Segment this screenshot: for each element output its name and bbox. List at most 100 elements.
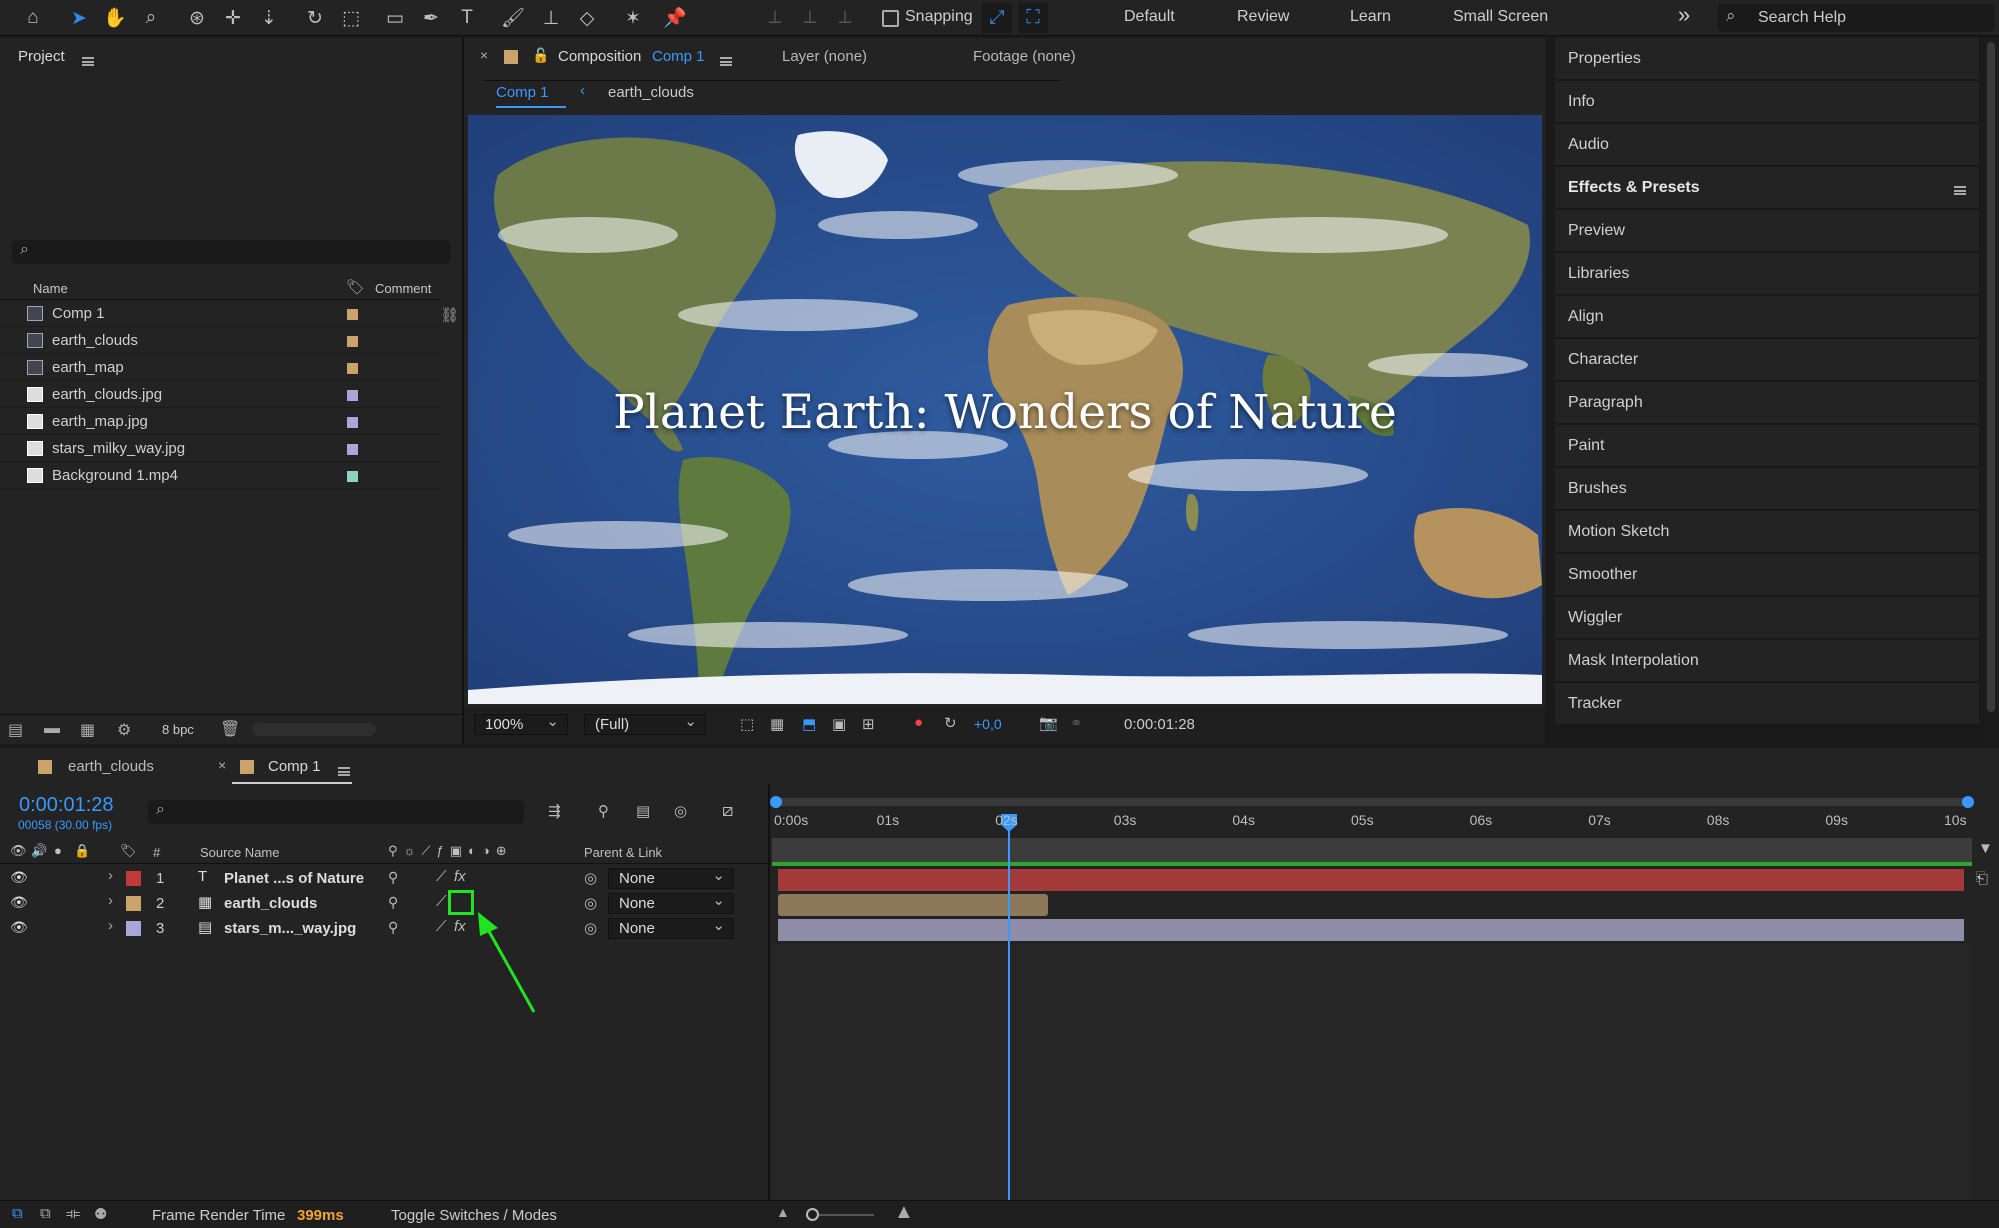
show-snapshot-icon[interactable]: ⚭ [1070,714,1083,732]
selection-tool-icon[interactable]: ➤ [64,3,94,33]
flowchart-icon[interactable]: ⛓ [440,306,459,324]
panel-preview[interactable]: Preview [1555,210,1979,252]
graph-editor-icon[interactable]: ⧄ [722,800,733,821]
project-item[interactable]: earth_clouds [0,327,440,354]
pan-behind-icon[interactable]: ⬚ [336,3,366,33]
work-area-bar[interactable] [772,798,1972,806]
composition-menu-icon[interactable] [720,57,732,66]
snapshot-icon[interactable]: 📷 [1039,714,1058,732]
parent-dropdown[interactable]: None [608,866,734,889]
frame-blending-icon[interactable]: ▤ [636,802,650,820]
pick-whip-icon[interactable]: ◎ [584,894,597,912]
workspace-small-screen[interactable]: Small Screen [1453,8,1548,26]
render-time-icon[interactable]: ⚉ [94,1205,107,1223]
brush-tool-icon[interactable]: 🖌 [498,3,528,33]
in-out-stretch-icon[interactable]: ⟚ [66,1205,80,1222]
axis-view-icon[interactable]: ⟂ [830,3,860,33]
project-item-label-color[interactable] [347,363,358,374]
rectangle-tool-icon[interactable]: ▭ [380,3,410,33]
project-item-label-color[interactable] [347,309,358,320]
timeline-tab-comp1[interactable]: Comp 1 [268,758,321,775]
zoom-in-icon[interactable]: ▲ [894,1201,914,1224]
pick-whip-icon[interactable]: ◎ [584,869,597,887]
axis-world-icon[interactable]: ⟂ [795,3,825,33]
timeline-zoom-handle[interactable] [806,1208,819,1221]
solo-switch-icon[interactable]: ● [54,843,62,858]
search-help-field[interactable]: ⌕ Search Help [1718,4,1994,32]
snap-edges-icon[interactable]: ⤢ [982,3,1012,33]
work-area-end-handle[interactable] [1962,796,1974,808]
magnification-dropdown[interactable]: 100% [474,712,568,735]
workspace-learn[interactable]: Learn [1350,8,1391,26]
panel-brushes[interactable]: Brushes [1555,468,1979,510]
panel-info[interactable]: Info [1555,81,1979,123]
comp-button-icon[interactable]: ⎗ [1976,870,1988,887]
project-item[interactable]: earth_map [0,354,440,381]
project-item[interactable]: stars_milky_way.jpg [0,435,440,462]
exposure-value[interactable]: +0,0 [974,716,1002,732]
zoom-tool-icon[interactable]: ⌕ [136,3,166,33]
dolly-camera-icon[interactable]: ⇣ [254,3,284,33]
mask-visibility-icon[interactable]: ▣ [832,715,846,733]
viewer-timecode[interactable]: 0:00:01:28 [1124,716,1195,733]
transfer-controls-icon[interactable]: ⧉ [40,1205,51,1222]
playhead-line[interactable] [1008,814,1010,1200]
project-panel-title[interactable]: Project [18,48,65,65]
panel-paint[interactable]: Paint [1555,425,1979,467]
layer-label-color[interactable] [126,896,141,911]
audio-switch-icon[interactable]: 🔊 [31,843,47,859]
layer-label-color[interactable] [126,921,141,936]
composition-tab-name[interactable]: Comp 1 [652,48,705,65]
project-item-label-color[interactable] [347,471,358,482]
region-of-interest-icon[interactable]: ⬒ [802,715,816,733]
layer1-duration-bar[interactable] [778,869,1964,891]
effects-switch-icon[interactable]: fx [454,918,466,935]
timeline-nav-icon[interactable]: ▼ [1978,840,1993,857]
clone-stamp-icon[interactable]: ⊥ [536,3,566,33]
axis-local-icon[interactable]: ⟂ [760,3,790,33]
eraser-tool-icon[interactable]: ◇ [572,3,602,33]
panel-wiggler[interactable]: Wiggler [1555,597,1979,639]
panel-audio[interactable]: Audio [1555,124,1979,166]
motion-blur-icon[interactable]: ◎ [674,802,687,820]
project-item[interactable]: earth_clouds.jpg [0,381,440,408]
snap-features-icon[interactable]: ⛶ [1018,3,1048,33]
composition-tab-prefix[interactable]: Composition [558,48,641,65]
expand-chevron-icon[interactable]: › [108,892,113,909]
workspace-review[interactable]: Review [1237,8,1289,26]
zoom-out-icon[interactable]: ▲ [776,1204,790,1220]
lock-switch-icon[interactable]: 🔒 [74,843,90,859]
panel-paragraph[interactable]: Paragraph [1555,382,1979,424]
footage-panel-tab[interactable]: Footage (none) [973,48,1076,65]
parent-dropdown[interactable]: None [608,891,734,914]
bit-depth-button[interactable]: 8 bpc [162,722,194,737]
quality-switch-icon[interactable]: ⟋ [436,893,447,910]
expand-chevron-icon[interactable]: › [108,867,113,884]
quality-switch-icon[interactable]: ⟋ [436,868,447,885]
timeline-search-input[interactable]: ⌕ [148,800,524,824]
panel-mask-interpolation[interactable]: Mask Interpolation [1555,640,1979,682]
reset-exposure-icon[interactable]: ↻ [944,714,957,732]
label-column-icon[interactable]: 🏷 [346,278,365,296]
pen-tool-icon[interactable]: ✒ [416,3,446,33]
type-tool-icon[interactable]: T [452,3,482,33]
project-menu-icon[interactable] [82,57,94,66]
close-tab-icon[interactable]: × [218,757,226,773]
layer-number-header[interactable]: # [153,845,160,860]
layer-name[interactable]: Planet ...s of Nature [224,870,364,887]
panel-motion-sketch[interactable]: Motion Sketch [1555,511,1979,553]
shy-switch-icon[interactable]: ⚲ [388,919,398,936]
panel-align[interactable]: Align [1555,296,1979,338]
project-item[interactable]: earth_map.jpg [0,408,440,435]
layer-switches-toggle-icon[interactable]: ⧉ [12,1205,23,1222]
adjust-project-settings-icon[interactable]: ⚙ [117,720,131,740]
shy-switch-icon[interactable]: ⚲ [388,869,398,886]
composition-duration-bar[interactable] [772,838,1972,862]
shy-switch-icon[interactable]: ⚲ [388,894,398,911]
color-channels-icon[interactable]: ● [914,714,923,731]
panel-character[interactable]: Character [1555,339,1979,381]
pick-whip-icon[interactable]: ◎ [584,919,597,937]
trash-icon[interactable]: 🗑 [220,719,240,739]
layer-row[interactable]: 👁 › 2 ▦ earth_clouds ⚲ ⟋ ◎ None [0,891,768,916]
panel-libraries[interactable]: Libraries [1555,253,1979,295]
